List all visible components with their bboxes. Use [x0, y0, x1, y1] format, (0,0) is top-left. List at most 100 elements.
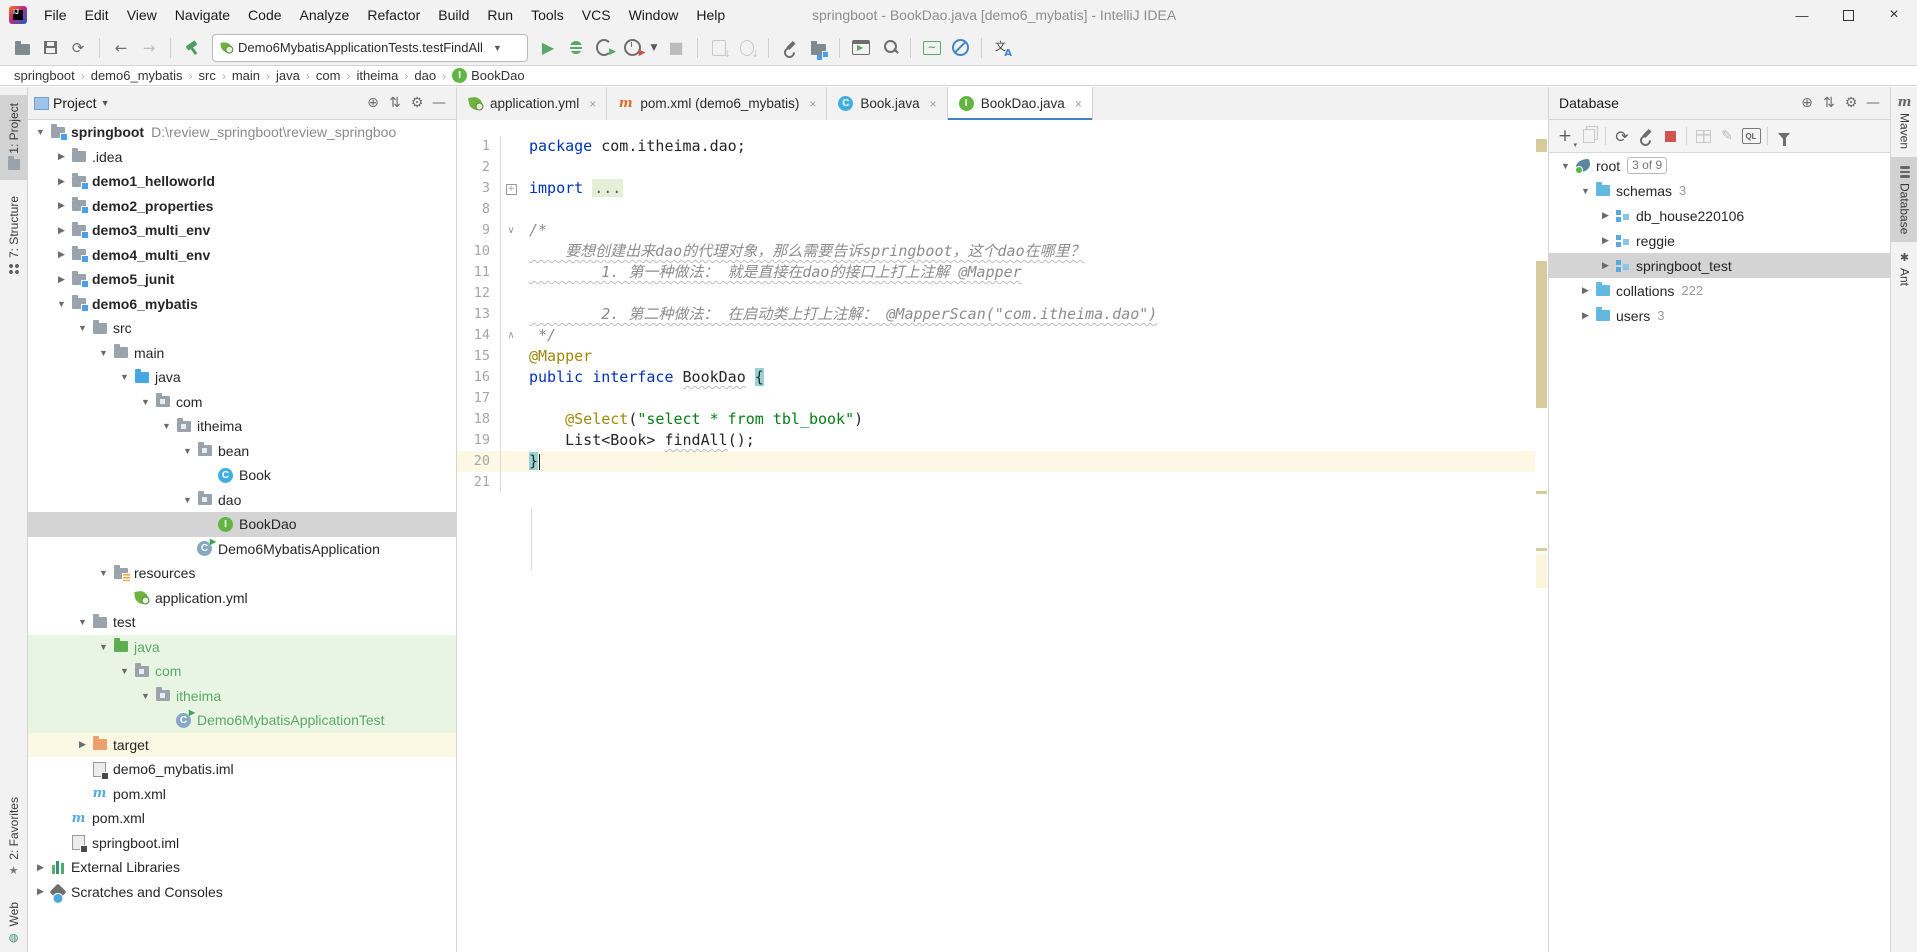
error-stripe-mark[interactable] [1536, 139, 1547, 152]
tree-row-demo6_mybatis[interactable]: ▼demo6_mybatis [28, 292, 456, 317]
line-number[interactable]: 10 [457, 241, 501, 262]
tree-row-bean[interactable]: ▼bean [28, 439, 456, 464]
refresh-icon[interactable]: ⟳ [1610, 124, 1634, 148]
collapse-all-icon[interactable]: ⇅ [1818, 92, 1840, 114]
tree-row-demo6_mybatis.iml[interactable]: demo6_mybatis.iml [28, 757, 456, 782]
close-tab-icon[interactable]: × [589, 97, 596, 111]
menu-item-file[interactable]: File [35, 0, 76, 30]
expand-arrow-icon[interactable]: ▼ [179, 446, 196, 456]
editor-tab-pom.xml--demo6_mybatis-[interactable]: mpom.xml (demo6_mybatis)× [607, 87, 827, 120]
tree-row-root[interactable]: ▼root3 of 9 [1549, 153, 1890, 178]
menu-item-refactor[interactable]: Refactor [358, 0, 429, 30]
line-number[interactable]: 2 [457, 157, 501, 178]
tree-row-test[interactable]: ▼test [28, 610, 456, 635]
gear-icon[interactable]: ⚙ [406, 92, 428, 114]
menu-item-edit[interactable]: Edit [76, 0, 118, 30]
expand-arrow-icon[interactable]: ▶ [53, 249, 70, 260]
expand-arrow-icon[interactable]: ▼ [53, 299, 70, 309]
tree-row-collations[interactable]: ▶collations222 [1549, 278, 1890, 303]
code-line-2[interactable]: 2 [457, 157, 1548, 178]
code-line-12[interactable]: 12 [457, 283, 1548, 304]
line-number[interactable]: 17 [457, 388, 501, 409]
fold-marker-icon[interactable]: ∨ [501, 220, 521, 241]
breadcrumb-item-main[interactable]: main [230, 68, 262, 83]
expand-arrow-icon[interactable]: ▼ [1577, 186, 1594, 196]
expand-arrow-icon[interactable]: ▼ [74, 323, 91, 333]
code-line-21[interactable]: 21 [457, 472, 1548, 493]
data-source-properties-icon[interactable] [1634, 124, 1658, 148]
open-icon[interactable] [11, 37, 33, 59]
expand-arrow-icon[interactable]: ▶ [53, 176, 70, 187]
expand-arrow-icon[interactable]: ▶ [1577, 285, 1594, 296]
expand-arrow-icon[interactable]: ▼ [32, 127, 49, 137]
build-project-icon[interactable] [181, 37, 203, 59]
menu-item-view[interactable]: View [118, 0, 166, 30]
breadcrumb-item-demo6_mybatis[interactable]: demo6_mybatis [89, 68, 185, 83]
tree-row-demo4_multi_env[interactable]: ▶demo4_multi_env [28, 243, 456, 268]
breadcrumb-item-BookDao[interactable]: IBookDao [450, 68, 526, 83]
run-button[interactable]: ▶ [537, 37, 559, 59]
code-line-10[interactable]: 10 要想创建出来dao的代理对象，那么需要告诉springboot，这个dao… [457, 241, 1548, 262]
save-all-icon[interactable] [39, 37, 61, 59]
tree-row-java[interactable]: ▼java [28, 635, 456, 660]
code-line-15[interactable]: 15@Mapper [457, 346, 1548, 367]
line-number[interactable]: 13 [457, 304, 501, 325]
line-number[interactable]: 21 [457, 472, 501, 493]
menu-item-tools[interactable]: Tools [522, 0, 573, 30]
line-number[interactable]: 20 [457, 451, 501, 472]
stop-connection-icon[interactable] [1658, 124, 1682, 148]
code-line-18[interactable]: 18 @Select("select * from tbl_book") [457, 409, 1548, 430]
add-data-source-icon[interactable]: + [1553, 124, 1577, 148]
locate-file-icon[interactable]: ⊕ [362, 92, 384, 114]
code-line-11[interactable]: 11 1. 第一种做法： 就是直接在dao的接口上打上注解 @Mapper [457, 262, 1548, 283]
expand-arrow-icon[interactable]: ▼ [74, 617, 91, 627]
tree-row-users[interactable]: ▶users3 [1549, 303, 1890, 328]
code-editor[interactable]: 1package com.itheima.dao;23+import ...89… [457, 120, 1548, 952]
code-line-17[interactable]: 17 [457, 388, 1548, 409]
tree-row-src[interactable]: ▼src [28, 316, 456, 341]
code-line-20[interactable]: 20} [457, 451, 1548, 472]
run-configuration-selector[interactable]: Demo6MybatisApplicationTests.testFindAll… [212, 34, 528, 62]
expand-arrow-icon[interactable]: ▼ [1557, 161, 1574, 171]
tree-row-target[interactable]: ▶target [28, 733, 456, 758]
error-stripe-mark[interactable] [1536, 491, 1547, 494]
line-number[interactable]: 12 [457, 283, 501, 304]
tree-row-springboot_test[interactable]: ▶springboot_test [1549, 253, 1890, 278]
expand-arrow-icon[interactable]: ▼ [116, 372, 133, 382]
code-line-13[interactable]: 13 2. 第二种做法： 在启动类上打上注解： @MapperScan("com… [457, 304, 1548, 325]
tool-window-button-2--Favorites[interactable]: 2: Favorites★ [0, 789, 27, 886]
tree-row-Demo6MybatisApplicationTest[interactable]: CDemo6MybatisApplicationTest [28, 708, 456, 733]
menu-item-navigate[interactable]: Navigate [166, 0, 239, 30]
tree-row-db_house220106[interactable]: ▶db_house220106 [1549, 203, 1890, 228]
tool-window-button-Maven[interactable]: mMaven [1891, 87, 1917, 157]
menu-item-help[interactable]: Help [687, 0, 734, 30]
code-line-9[interactable]: 9∨/* [457, 220, 1548, 241]
fold-marker-icon[interactable]: + [501, 178, 521, 199]
tree-row-pom.xml[interactable]: mpom.xml [28, 806, 456, 831]
line-number[interactable]: 15 [457, 346, 501, 367]
line-number[interactable]: 9 [457, 220, 501, 241]
tree-row-java[interactable]: ▼java [28, 365, 456, 390]
close-tab-icon[interactable]: × [809, 97, 816, 111]
tree-row-com[interactable]: ▼com [28, 390, 456, 415]
menu-item-window[interactable]: Window [620, 0, 688, 30]
tree-row-pom.xml[interactable]: mpom.xml [28, 782, 456, 807]
locate-icon[interactable]: ⊕ [1796, 92, 1818, 114]
breadcrumb-item-src[interactable]: src [197, 68, 218, 83]
run-anything-icon[interactable] [850, 37, 872, 59]
expand-arrow-icon[interactable]: ▶ [53, 274, 70, 285]
debug-button[interactable] [565, 37, 587, 59]
expand-arrow-icon[interactable]: ▼ [95, 348, 112, 358]
expand-arrow-icon[interactable]: ▼ [137, 397, 154, 407]
expand-arrow-icon[interactable]: ▼ [95, 568, 112, 578]
tree-row-External-Libraries[interactable]: ▶External Libraries [28, 855, 456, 880]
tree-row-main[interactable]: ▼main [28, 341, 456, 366]
editor-tab-BookDao.java[interactable]: IBookDao.java× [948, 87, 1093, 120]
tree-row-resources[interactable]: ▼resources [28, 561, 456, 586]
tree-row-reggie[interactable]: ▶reggie [1549, 228, 1890, 253]
project-view-dropdown-icon[interactable]: ▼ [101, 98, 110, 108]
tree-row-com[interactable]: ▼com [28, 659, 456, 684]
expand-arrow-icon[interactable]: ▶ [53, 200, 70, 211]
jump-to-console-icon[interactable]: QL [1739, 124, 1763, 148]
project-structure-icon[interactable] [807, 37, 829, 59]
